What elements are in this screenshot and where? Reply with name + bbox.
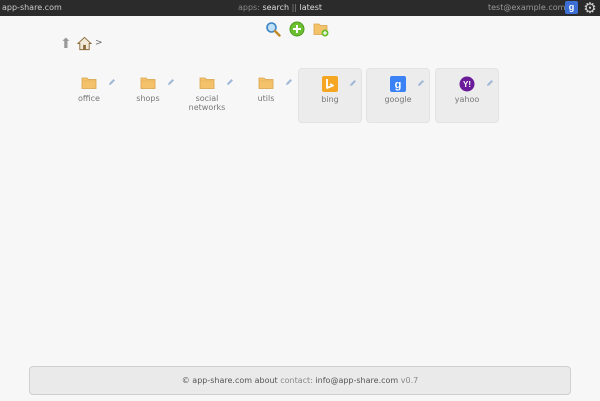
- svg-text:Y!: Y!: [463, 80, 471, 89]
- yahoo-icon: Y!: [459, 76, 475, 92]
- gear-icon[interactable]: ⚙: [582, 0, 598, 16]
- folder-icon: [81, 75, 97, 91]
- app-tile-yahoo[interactable]: Y! yahoo: [435, 68, 499, 123]
- footer-about-link[interactable]: about: [255, 376, 278, 385]
- app-tile-google[interactable]: g google: [366, 68, 430, 123]
- edit-pencil-icon[interactable]: [108, 71, 116, 85]
- apps-label: apps:: [238, 3, 260, 12]
- brand-link[interactable]: app-share.com: [2, 3, 62, 12]
- folder-icon: [140, 75, 156, 91]
- folder-icon: [258, 75, 274, 91]
- up-arrow-icon[interactable]: ⬆: [60, 36, 72, 52]
- nav-separator: ||: [291, 3, 297, 12]
- tile-label: bing: [321, 95, 339, 104]
- tile-label: google: [384, 95, 412, 104]
- google-account-icon[interactable]: g: [565, 1, 578, 14]
- footer-email-link[interactable]: info@app-share.com: [315, 376, 398, 385]
- edit-pencil-icon[interactable]: [226, 71, 234, 85]
- search-link[interactable]: search: [262, 3, 289, 12]
- footer-copyright: © app-share.com: [181, 376, 253, 385]
- tile-label: social networks: [188, 94, 226, 112]
- footer-version: v0.7: [400, 376, 419, 385]
- new-folder-icon[interactable]: [313, 21, 329, 37]
- folder-tile-office[interactable]: office: [58, 68, 120, 121]
- tile-label: office: [78, 94, 100, 103]
- breadcrumb-separator: >: [95, 38, 103, 48]
- folder-tile-utils[interactable]: utils: [235, 68, 297, 121]
- bing-icon: [322, 76, 338, 92]
- footer-contact-label: contact:: [280, 376, 313, 385]
- tile-label: shops: [136, 94, 160, 103]
- apps-nav: apps: search || latest: [238, 3, 322, 12]
- edit-pencil-icon[interactable]: [486, 72, 494, 86]
- edit-pencil-icon[interactable]: [285, 71, 293, 85]
- folder-tile-shops[interactable]: shops: [117, 68, 179, 121]
- tile-label: utils: [257, 94, 275, 103]
- footer: © app-share.com about contact: info@app-…: [29, 366, 571, 395]
- edit-pencil-icon[interactable]: [167, 71, 175, 85]
- home-icon[interactable]: [76, 36, 93, 51]
- edit-pencil-icon[interactable]: [417, 72, 425, 86]
- folder-tile-social-networks[interactable]: social networks: [176, 68, 238, 121]
- app-tile-bing[interactable]: bing: [298, 68, 362, 123]
- google-icon: g: [390, 76, 406, 92]
- svg-text:g: g: [395, 79, 402, 91]
- user-email[interactable]: test@example.com: [488, 3, 565, 12]
- search-icon[interactable]: [265, 21, 281, 37]
- tile-label: yahoo: [454, 95, 480, 104]
- top-bar: app-share.com apps: search || latest tes…: [0, 0, 600, 16]
- edit-pencil-icon[interactable]: [349, 72, 357, 86]
- add-icon[interactable]: [289, 21, 305, 37]
- folder-icon: [199, 75, 215, 91]
- latest-link[interactable]: latest: [300, 3, 323, 12]
